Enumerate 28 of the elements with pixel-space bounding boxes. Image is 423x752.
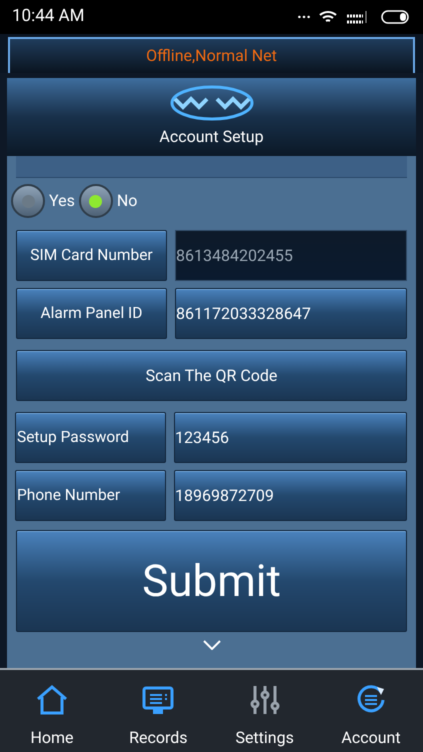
monitor-icon — [142, 686, 174, 716]
nav-tab[interactable]: Account — [326, 684, 415, 750]
input-field[interactable]: 861172033328647 — [175, 288, 407, 339]
field-label: Setup Password — [15, 412, 166, 463]
status-time: 10:44 AM — [12, 5, 84, 28]
wifi-icon — [319, 10, 337, 24]
header-title: Account Setup — [159, 126, 264, 148]
radio-button[interactable] — [78, 184, 113, 218]
input-field[interactable]: 18969872709 — [174, 470, 407, 521]
field-label: Alarm Panel ID — [16, 288, 167, 339]
radio-option[interactable]: Yes — [11, 184, 75, 218]
chevron-down-icon — [202, 640, 220, 650]
submit-button[interactable]: Submit — [16, 530, 407, 632]
nav-tab[interactable]: Records — [114, 686, 202, 750]
battery-icon — [381, 10, 411, 24]
sliders-icon — [250, 684, 280, 716]
input-field[interactable]: 123456 — [174, 412, 407, 463]
connection-banner: Offline,Normal Net — [8, 37, 415, 73]
nav-tab[interactable]: Settings — [220, 684, 309, 750]
home-icon — [35, 684, 69, 716]
field-label: Phone Number — [15, 470, 166, 521]
globe-www-icon — [168, 85, 254, 121]
nav-tab[interactable]: Home — [8, 684, 96, 750]
status-dots: ... — [297, 2, 311, 24]
scan-qr-button[interactable]: Scan The QR Code — [16, 350, 407, 401]
radio-option[interactable]: No — [78, 184, 138, 218]
field-label: SIM Card Number — [16, 230, 167, 281]
radio-button[interactable] — [11, 184, 45, 218]
